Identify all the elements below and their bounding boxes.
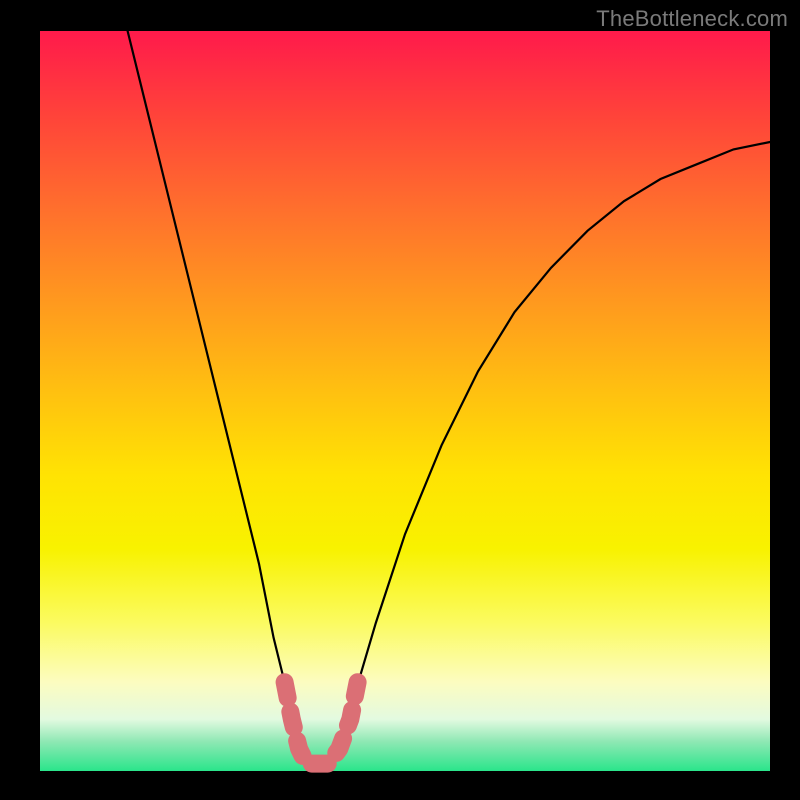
plot-area — [40, 31, 770, 771]
watermark-text: TheBottleneck.com — [596, 6, 788, 32]
chart-frame: TheBottleneck.com — [0, 0, 800, 800]
bottom-segment — [285, 682, 358, 763]
bottleneck-curve — [128, 31, 770, 764]
curve-layer — [40, 31, 770, 771]
